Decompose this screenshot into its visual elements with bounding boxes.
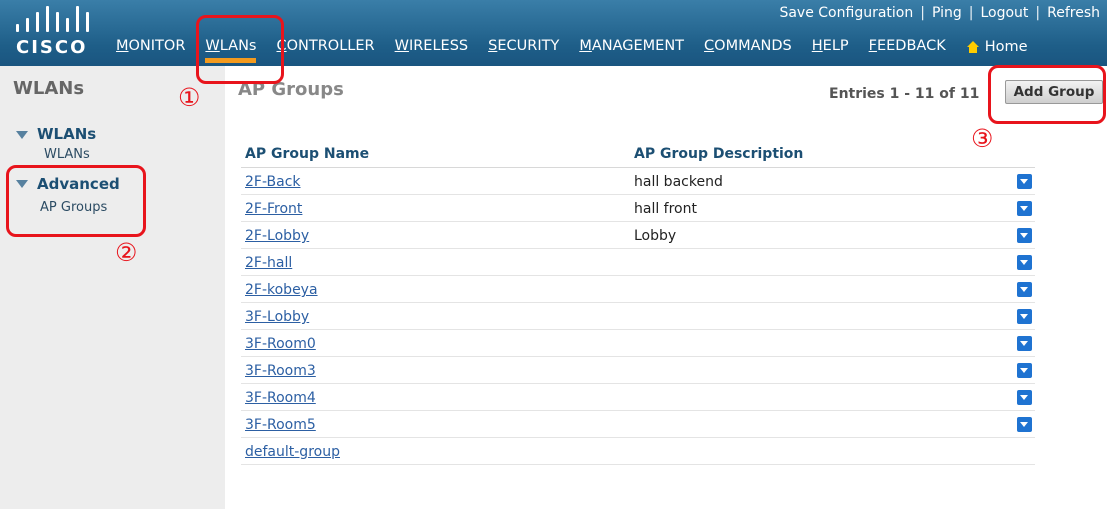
separator: | [968, 5, 974, 21]
table-row: 3F-Room0 [241, 330, 1035, 357]
ap-group-description: Lobby [634, 228, 677, 244]
row-menu-dropdown-icon[interactable] [1017, 201, 1032, 216]
ap-group-name-link[interactable]: default-group [245, 444, 340, 460]
table-row: 2F-Front hall front [241, 195, 1035, 222]
nav-feedback[interactable]: FEEDBACK [859, 36, 956, 58]
ap-group-name-link[interactable]: 2F-Front [245, 201, 302, 217]
ap-group-name-link[interactable]: 3F-Lobby [245, 309, 309, 325]
row-menu-dropdown-icon[interactable] [1017, 174, 1032, 189]
annotation-box-add-group [988, 65, 1106, 124]
column-header-name: AP Group Name [245, 146, 370, 162]
logout-link[interactable]: Logout [973, 5, 1035, 21]
annotation-number: ② [115, 238, 138, 267]
row-menu-dropdown-icon[interactable] [1017, 255, 1032, 270]
annotation-number: ① [178, 83, 201, 112]
nav-management[interactable]: MANAGEMENT [569, 36, 694, 58]
cisco-bars-icon [16, 6, 96, 32]
separator: | [1035, 5, 1041, 21]
ping-link[interactable]: Ping [925, 5, 969, 21]
ap-group-name-link[interactable]: 2F-hall [245, 255, 292, 271]
nav-security[interactable]: SECURITY [478, 36, 569, 58]
table-row: 2F-hall [241, 249, 1035, 276]
refresh-link[interactable]: Refresh [1040, 5, 1107, 21]
nav-wireless[interactable]: WIRELESS [385, 36, 479, 58]
ap-group-name-link[interactable]: 3F-Room3 [245, 363, 316, 379]
table-row: 2F-kobeya [241, 276, 1035, 303]
sidebar: WLANs WLANs WLANs Advanced AP Groups [0, 66, 225, 509]
nav-commands[interactable]: COMMANDS [694, 36, 802, 58]
column-header-description: AP Group Description [634, 146, 804, 162]
sidebar-section-wlans[interactable]: WLANs [37, 125, 96, 143]
separator: | [920, 5, 925, 21]
sidebar-item-wlans[interactable]: WLANs [44, 147, 90, 162]
nav-controller[interactable]: CONTROLLER [266, 36, 384, 58]
top-links: Save Configuration | Ping | Logout | Ref… [772, 3, 1107, 23]
home-icon [966, 40, 980, 54]
ap-group-description: hall front [634, 201, 697, 217]
row-menu-dropdown-icon[interactable] [1017, 390, 1032, 405]
ap-group-description: hall backend [634, 174, 723, 190]
home-label: Home [984, 39, 1028, 55]
table-row: 3F-Lobby [241, 303, 1035, 330]
nav-monitor[interactable]: MONITOR [106, 36, 195, 58]
table-row: 3F-Room3 [241, 357, 1035, 384]
sidebar-title: WLANs [13, 78, 85, 99]
table-header: AP Group Name AP Group Description [241, 141, 1035, 168]
annotation-box-advanced [6, 165, 146, 237]
ap-group-name-link[interactable]: 2F-kobeya [245, 282, 318, 298]
ap-group-name-link[interactable]: 2F-Back [245, 174, 301, 190]
collapse-triangle-icon[interactable] [16, 131, 28, 139]
save-configuration-link[interactable]: Save Configuration [772, 5, 920, 21]
row-menu-dropdown-icon[interactable] [1017, 417, 1032, 432]
row-menu-dropdown-icon[interactable] [1017, 336, 1032, 351]
cisco-logo-text: CISCO [16, 37, 88, 58]
row-menu-dropdown-icon[interactable] [1017, 363, 1032, 378]
row-menu-dropdown-icon[interactable] [1017, 309, 1032, 324]
header-bar: CISCO Save Configuration | Ping | Logout… [0, 0, 1107, 66]
annotation-box-wlans [196, 15, 284, 84]
table-row: 3F-Room5 [241, 411, 1035, 438]
row-menu-dropdown-icon[interactable] [1017, 228, 1032, 243]
table-row: 2F-Lobby Lobby [241, 222, 1035, 249]
ap-group-name-link[interactable]: 2F-Lobby [245, 228, 309, 244]
row-menu-dropdown-icon[interactable] [1017, 282, 1032, 297]
home-link[interactable]: Home [956, 36, 1038, 58]
nav-help[interactable]: HELP [802, 36, 859, 58]
entries-count: Entries 1 - 11 of 11 [829, 86, 980, 102]
table-row: 3F-Room4 [241, 384, 1035, 411]
table-body: 2F-Back hall backend 2F-Front hall front 2F-… [241, 168, 1035, 465]
table-row: default-group [241, 438, 1035, 465]
ap-group-name-link[interactable]: 3F-Room0 [245, 336, 316, 352]
ap-groups-table: AP Group Name AP Group Description 2F-Ba… [241, 141, 1035, 465]
table-row: 2F-Back hall backend [241, 168, 1035, 195]
cisco-logo: CISCO [16, 6, 96, 58]
ap-group-name-link[interactable]: 3F-Room5 [245, 417, 316, 433]
ap-group-name-link[interactable]: 3F-Room4 [245, 390, 316, 406]
annotation-number: ③ [971, 124, 994, 153]
